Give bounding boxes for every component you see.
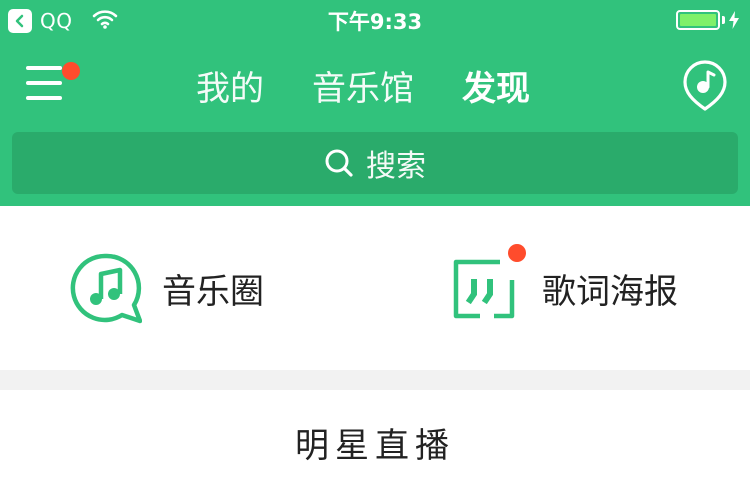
star-live-section: 明星直播 [0,390,750,489]
status-bar: QQ 下午9:33 [0,0,750,40]
battery-level [680,14,716,26]
menu-icon [26,66,62,70]
battery-icon [676,10,720,30]
section-title: 明星直播 [295,426,455,466]
tab-music-hall[interactable]: 音乐馆 [312,66,414,112]
charging-icon [728,10,740,34]
lyrics-poster-badge [508,244,526,262]
feature-label: 音乐圈 [162,271,264,312]
search-icon [324,148,354,178]
feature-lyrics-poster[interactable]: 歌词海报 [450,206,678,370]
feature-label: 歌词海报 [542,271,678,312]
feature-row: 音乐圈 歌词海报 [0,206,750,370]
battery-tip [722,16,725,24]
tab-mine[interactable]: 我的 [196,66,264,112]
menu-badge [62,62,80,80]
menu-button[interactable] [26,62,80,104]
music-recognition-icon [683,60,727,111]
feature-music-circle[interactable]: 音乐圈 [70,206,264,370]
music-recognition-button[interactable] [682,60,728,112]
search-bar[interactable]: 搜索 [12,132,738,194]
search-placeholder: 搜索 [366,149,426,184]
tab-discover[interactable]: 发现 [462,66,530,112]
menu-icon-line [26,96,62,100]
music-circle-icon [70,252,142,324]
lyrics-poster-icon [450,244,526,324]
top-tabs: 我的 音乐馆 发现 [196,66,530,112]
status-time: 下午9:33 [327,10,423,34]
menu-icon-line [26,81,62,85]
